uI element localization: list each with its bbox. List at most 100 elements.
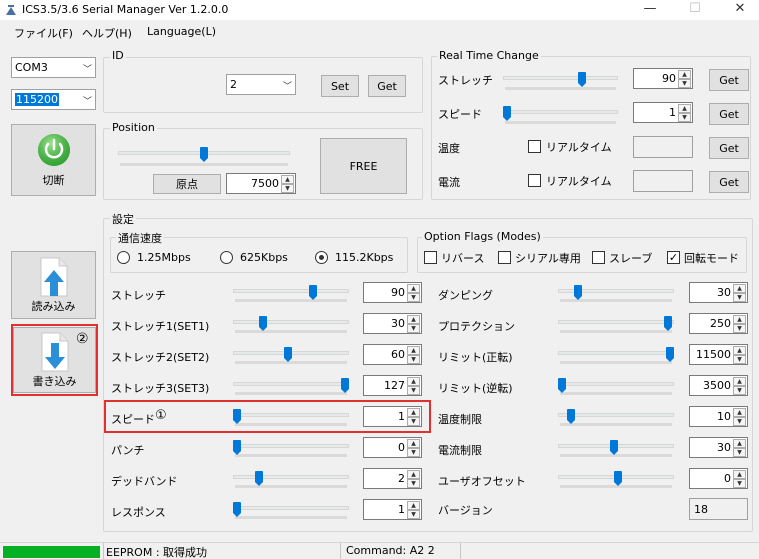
left-rows-slider-track[interactable] (233, 475, 349, 479)
rt-stretch-get-button[interactable]: Get (709, 69, 749, 91)
right-rows-slider-track[interactable] (558, 351, 674, 355)
spin-down-icon[interactable]: ▼ (678, 113, 691, 122)
left-rows-slider-thumb[interactable] (258, 316, 267, 331)
spin-up-icon[interactable]: ▲ (407, 470, 420, 479)
spin-down-icon[interactable]: ▼ (733, 386, 746, 395)
spin-up-icon[interactable]: ▲ (733, 315, 746, 324)
spin-up-icon[interactable]: ▲ (407, 377, 420, 386)
left-rows-slider-thumb[interactable] (308, 285, 317, 300)
spin-down-icon[interactable]: ▼ (407, 355, 420, 364)
right-rows-spinner[interactable]: 0 ▲ ▼ (689, 468, 748, 489)
left-rows-slider-thumb[interactable] (341, 378, 349, 393)
spinner-value[interactable]: 10 (717, 410, 731, 423)
rt-speed-slider-thumb[interactable] (503, 106, 511, 121)
spinner-value[interactable]: 30 (391, 317, 405, 330)
spin-up-icon[interactable]: ▲ (407, 346, 420, 355)
position-slider-thumb[interactable] (200, 147, 208, 162)
maximize-button[interactable]: ☐ (675, 0, 715, 20)
left-rows-spinner[interactable]: 1 ▲ ▼ (363, 499, 422, 520)
right-rows-slider-thumb[interactable] (614, 471, 623, 486)
spinner-value[interactable]: 1 (398, 503, 405, 516)
right-rows-slider-thumb[interactable] (609, 440, 618, 455)
left-rows-spinner[interactable]: 30 ▲ ▼ (363, 313, 422, 334)
spinner-value[interactable]: 250 (710, 317, 731, 330)
spin-up-icon[interactable]: ▲ (281, 175, 294, 184)
rt-stretch-slider-track[interactable] (503, 76, 618, 80)
right-rows-slider-track[interactable] (558, 413, 674, 417)
left-rows-slider-thumb[interactable] (233, 502, 241, 517)
spin-down-icon[interactable]: ▼ (407, 448, 420, 457)
rt-temp-realtime-checkbox[interactable] (528, 140, 541, 153)
left-rows-spinner[interactable]: 0 ▲ ▼ (363, 437, 422, 458)
speed-radio-1[interactable] (117, 251, 130, 264)
left-rows-slider-track[interactable] (233, 444, 349, 448)
spin-up-icon[interactable]: ▲ (733, 377, 746, 386)
minimize-button[interactable]: — (630, 0, 670, 20)
port-select[interactable]: COM3 ﹀ (11, 57, 96, 78)
left-rows-slider-track[interactable] (233, 506, 349, 510)
right-rows-slider-thumb[interactable] (558, 378, 566, 393)
menu-language[interactable]: Language(L) (147, 25, 216, 38)
spinner-value[interactable]: 127 (384, 379, 405, 392)
left-rows-slider-thumb[interactable] (233, 440, 241, 455)
spin-down-icon[interactable]: ▼ (678, 79, 691, 88)
right-rows-spinner[interactable]: 3500 ▲ ▼ (689, 375, 748, 396)
left-rows-slider-track[interactable] (233, 320, 349, 324)
speed-radio-3[interactable] (315, 251, 328, 264)
rt-speed-get-button[interactable]: Get (709, 103, 749, 125)
right-rows-slider-thumb[interactable] (574, 285, 583, 300)
rt-current-realtime-checkbox[interactable] (528, 174, 541, 187)
spin-down-icon[interactable]: ▼ (733, 479, 746, 488)
right-rows-slider-thumb[interactable] (663, 316, 672, 331)
left-rows-slider-track[interactable] (233, 289, 349, 293)
spin-up-icon[interactable]: ▲ (678, 104, 691, 113)
rt-temp-get-button[interactable]: Get (709, 137, 749, 159)
spin-up-icon[interactable]: ▲ (407, 501, 420, 510)
spin-up-icon[interactable]: ▲ (733, 439, 746, 448)
right-rows-slider-thumb[interactable] (566, 409, 575, 424)
read-button[interactable]: 読み込み (11, 251, 96, 319)
flag-checkbox-3[interactable] (592, 251, 605, 264)
id-select[interactable]: 2 ﹀ (226, 74, 296, 95)
spin-up-icon[interactable]: ▲ (407, 315, 420, 324)
spin-down-icon[interactable]: ▼ (407, 510, 420, 519)
spin-up-icon[interactable]: ▲ (733, 346, 746, 355)
left-rows-spinner[interactable]: 127 ▲ ▼ (363, 375, 422, 396)
spin-down-icon[interactable]: ▼ (407, 293, 420, 302)
right-rows-spinner[interactable]: 11500 ▲ ▼ (689, 344, 748, 365)
left-rows-spinner[interactable]: 60 ▲ ▼ (363, 344, 422, 365)
spin-down-icon[interactable]: ▼ (281, 184, 294, 193)
right-rows-slider-thumb[interactable] (666, 347, 674, 362)
spin-down-icon[interactable]: ▼ (407, 386, 420, 395)
rt-stretch-slider-thumb[interactable] (577, 72, 586, 87)
left-rows-slider-track[interactable] (233, 382, 349, 386)
left-rows-slider-thumb[interactable] (254, 471, 263, 486)
baud-select[interactable]: 115200 ﹀ (11, 89, 96, 110)
right-rows-spinner[interactable]: 30 ▲ ▼ (689, 282, 748, 303)
right-rows-spinner[interactable]: 250 ▲ ▼ (689, 313, 748, 334)
position-spinner[interactable]: 7500 ▲ ▼ (226, 173, 296, 194)
spin-up-icon[interactable]: ▲ (733, 470, 746, 479)
rt-current-get-button[interactable]: Get (709, 171, 749, 193)
spin-up-icon[interactable]: ▲ (678, 70, 691, 79)
spinner-value[interactable]: 30 (717, 286, 731, 299)
spinner-value[interactable]: 11500 (696, 348, 731, 361)
spin-down-icon[interactable]: ▼ (733, 448, 746, 457)
id-set-button[interactable]: Set (321, 75, 359, 97)
spin-up-icon[interactable]: ▲ (407, 439, 420, 448)
free-button[interactable]: FREE (320, 138, 407, 194)
close-button[interactable]: ✕ (720, 0, 759, 20)
spinner-value[interactable]: 0 (398, 441, 405, 454)
spin-up-icon[interactable]: ▲ (407, 284, 420, 293)
flag-checkbox-2[interactable] (498, 251, 511, 264)
menu-help[interactable]: ヘルプ(H) (82, 25, 132, 41)
spin-down-icon[interactable]: ▼ (733, 324, 746, 333)
left-rows-spinner[interactable]: 2 ▲ ▼ (363, 468, 422, 489)
left-rows-spinner[interactable]: 90 ▲ ▼ (363, 282, 422, 303)
spin-down-icon[interactable]: ▼ (733, 293, 746, 302)
spin-up-icon[interactable]: ▲ (733, 284, 746, 293)
spinner-value[interactable]: 3500 (703, 379, 731, 392)
right-rows-spinner[interactable]: 30 ▲ ▼ (689, 437, 748, 458)
spin-down-icon[interactable]: ▼ (407, 479, 420, 488)
left-rows-slider-thumb[interactable] (283, 347, 292, 362)
